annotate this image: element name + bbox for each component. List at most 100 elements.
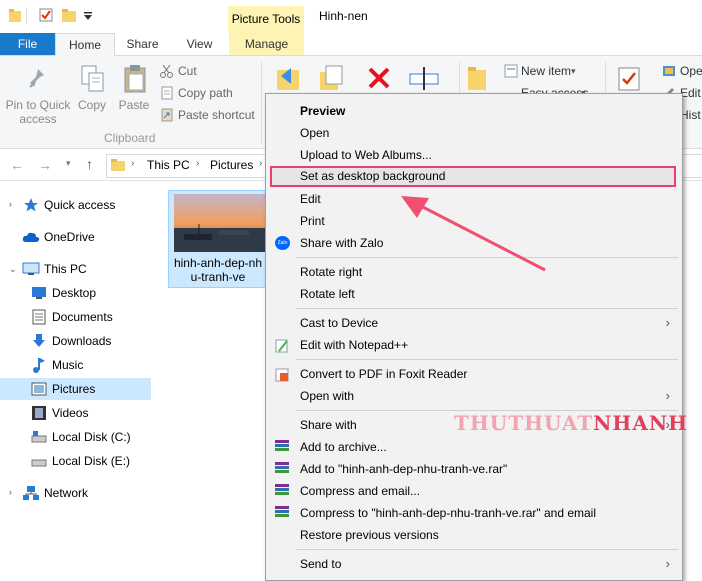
tab-manage[interactable]: Manage xyxy=(229,33,304,55)
nav-music[interactable]: Music xyxy=(52,354,83,376)
watermark-logo: THUTHUATNHANH xyxy=(454,411,689,435)
file-name-line2: u-tranh-ve xyxy=(190,270,246,284)
recent-locations-icon[interactable]: ▾ xyxy=(66,158,71,169)
menu-item-compress-rar-email[interactable]: Compress to "hinh-anh-dep-nhu-tranh-ve.r… xyxy=(266,502,682,524)
chevron-right-icon[interactable]: › xyxy=(259,158,262,169)
tab-file[interactable]: File xyxy=(0,33,55,55)
open-button[interactable]: Ope xyxy=(680,64,702,78)
chevron-right-icon: › xyxy=(665,556,670,571)
nav-network[interactable]: Network xyxy=(44,482,88,504)
menu-item-open-with[interactable]: Open with › xyxy=(266,385,682,407)
menu-item-cast-to-device[interactable]: Cast to Device › xyxy=(266,312,682,334)
back-icon[interactable]: ← xyxy=(10,157,24,173)
menu-item-convert-pdf[interactable]: Convert to PDF in Foxit Reader xyxy=(266,363,682,385)
nav-videos[interactable]: Videos xyxy=(52,402,88,424)
delete-icon[interactable] xyxy=(367,66,391,90)
menu-separator xyxy=(296,359,678,360)
chevron-right-icon[interactable]: › xyxy=(196,158,199,169)
local-disk-icon xyxy=(31,430,47,444)
cut-button[interactable]: Cut xyxy=(178,64,197,78)
nav-quick-access[interactable]: Quick access xyxy=(44,194,115,216)
computer-icon xyxy=(22,262,40,276)
new-item-button[interactable]: New item xyxy=(521,64,571,78)
videos-icon xyxy=(31,405,47,421)
cloud-icon xyxy=(22,231,40,243)
nav-onedrive[interactable]: OneDrive xyxy=(44,226,95,248)
pictures-icon xyxy=(31,382,47,396)
new-folder-icon[interactable] xyxy=(62,8,76,22)
folder-icon xyxy=(9,9,21,22)
menu-item-send-to[interactable]: Send to › xyxy=(266,553,682,575)
new-item-dropdown-icon[interactable]: ▾ xyxy=(571,66,576,77)
forward-icon[interactable]: → xyxy=(38,157,52,173)
file-name-line1: hinh-anh-dep-nh xyxy=(173,256,263,270)
copy-to-icon[interactable] xyxy=(318,64,344,92)
edit-button[interactable]: Edit xyxy=(680,86,701,100)
menu-separator xyxy=(296,549,678,550)
breadcrumb-pictures[interactable]: Pictures xyxy=(210,158,253,172)
network-icon xyxy=(22,485,40,501)
new-folder-icon[interactable] xyxy=(466,64,488,92)
menu-item-open[interactable]: Open xyxy=(266,122,682,144)
paste-button[interactable]: Paste xyxy=(114,98,154,112)
paste-shortcut-icon xyxy=(160,108,174,122)
menu-item-edit-notepad[interactable]: Edit with Notepad++ xyxy=(266,334,682,356)
menu-separator xyxy=(296,308,678,309)
tab-share[interactable]: Share xyxy=(115,33,170,55)
copy-path-icon xyxy=(160,86,174,100)
breadcrumb-this-pc[interactable]: This PC xyxy=(147,158,190,172)
divider xyxy=(261,62,262,144)
chevron-right-icon[interactable]: › xyxy=(131,158,134,169)
foxit-icon xyxy=(275,367,289,382)
nav-local-disk-e[interactable]: Local Disk (E:) xyxy=(52,450,130,472)
nav-pictures[interactable]: Pictures xyxy=(52,378,95,400)
qat-dropdown-icon[interactable] xyxy=(83,10,93,20)
window-title: Hinh-nen xyxy=(319,9,368,23)
pin-icon xyxy=(26,67,50,91)
music-icon xyxy=(31,357,47,373)
pin-to-quick-access-button[interactable]: Pin to Quick access xyxy=(2,98,74,126)
properties-icon[interactable] xyxy=(39,8,53,22)
up-icon[interactable]: ↑ xyxy=(86,156,93,172)
move-to-icon[interactable] xyxy=(275,64,301,92)
desktop-icon xyxy=(31,286,47,300)
copy-path-button[interactable]: Copy path xyxy=(178,86,233,100)
menu-item-rotate-left[interactable]: Rotate left xyxy=(266,283,682,305)
chevron-right-icon[interactable]: › xyxy=(9,199,12,209)
zalo-icon: Zalo xyxy=(275,236,290,250)
image-thumbnail xyxy=(174,194,266,252)
paste-shortcut-button[interactable]: Paste shortcut xyxy=(178,108,255,122)
folder-icon xyxy=(111,158,125,172)
properties-icon[interactable] xyxy=(617,66,641,92)
chevron-right-icon: › xyxy=(665,315,670,330)
nav-documents[interactable]: Documents xyxy=(52,306,113,328)
downloads-icon xyxy=(31,333,47,349)
menu-item-preview[interactable]: Preview xyxy=(266,100,682,122)
notepad-icon xyxy=(275,338,289,353)
star-icon xyxy=(23,197,39,213)
chevron-right-icon: › xyxy=(665,388,670,403)
open-icon xyxy=(662,64,676,78)
chevron-right-icon[interactable]: › xyxy=(9,487,12,497)
rename-icon[interactable] xyxy=(408,64,440,92)
tab-view[interactable]: View xyxy=(172,33,227,55)
new-item-icon xyxy=(504,64,518,78)
nav-downloads[interactable]: Downloads xyxy=(52,330,111,352)
tab-home[interactable]: Home xyxy=(55,33,115,56)
copy-icon xyxy=(80,64,106,94)
divider xyxy=(26,7,27,25)
menu-item-restore-versions[interactable]: Restore previous versions xyxy=(266,524,682,546)
nav-this-pc[interactable]: This PC xyxy=(44,258,87,280)
chevron-down-icon[interactable]: ⌄ xyxy=(9,264,17,275)
menu-item-upload-web-albums[interactable]: Upload to Web Albums... xyxy=(266,144,682,166)
winrar-icon xyxy=(275,440,289,454)
nav-local-disk-c[interactable]: Local Disk (C:) xyxy=(52,426,131,448)
menu-item-add-archive[interactable]: Add to archive... xyxy=(266,436,682,458)
history-button[interactable]: Hist xyxy=(680,108,701,122)
menu-item-add-rar[interactable]: Add to "hinh-anh-dep-nhu-tranh-ve.rar" xyxy=(266,458,682,480)
menu-item-compress-email[interactable]: Compress and email... xyxy=(266,480,682,502)
winrar-icon xyxy=(275,462,289,476)
menu-item-label: Set as desktop background xyxy=(300,169,446,183)
copy-button[interactable]: Copy xyxy=(72,98,112,112)
nav-desktop[interactable]: Desktop xyxy=(52,282,96,304)
